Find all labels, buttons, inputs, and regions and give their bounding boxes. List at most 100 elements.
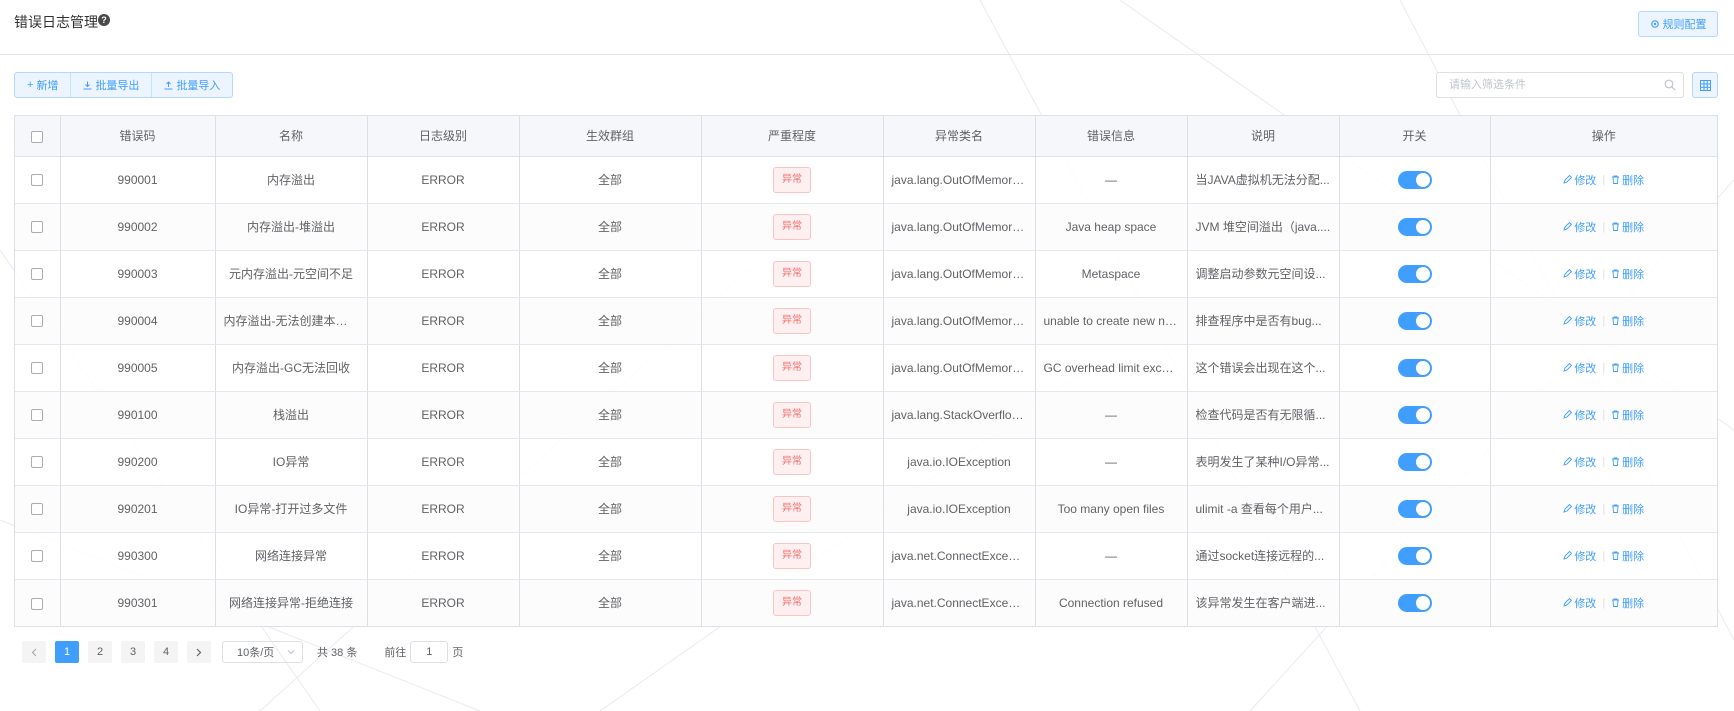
enable-switch[interactable] [1397,217,1432,236]
edit-button[interactable]: 修改 [1563,595,1596,611]
log-level-cell: ERROR [367,297,520,345]
action-divider: | [1602,267,1606,280]
row-checkbox[interactable] [31,550,44,563]
column-header[interactable]: 操作 [1490,116,1717,157]
error-message-cell: unable to create new native thread [1035,297,1188,345]
error-message-cell: — [1035,391,1188,439]
help-icon[interactable]: ? [98,14,110,26]
row-checkbox[interactable] [31,315,44,328]
row-checkbox[interactable] [31,362,44,375]
next-page-button[interactable] [187,641,211,663]
delete-button[interactable]: 删除 [1611,454,1644,470]
edit-button[interactable]: 修改 [1563,360,1596,376]
row-checkbox[interactable] [31,597,44,610]
batch-export-button[interactable]: 批量导出 [71,73,153,97]
column-header[interactable]: 名称 [215,116,368,157]
edit-button[interactable]: 修改 [1563,266,1596,282]
select-all-checkbox[interactable] [31,130,44,143]
goto-prefix: 前往 [384,647,407,659]
page-button[interactable]: 3 [121,641,145,663]
select-cell [15,532,61,580]
edit-button[interactable]: 修改 [1563,172,1596,188]
column-header[interactable]: 错误信息 [1035,116,1188,157]
column-header[interactable]: 开关 [1339,116,1491,157]
rule-config-button[interactable]: 规则配置 [1638,11,1718,37]
add-label: 新增 [36,80,59,92]
delete-button[interactable]: 删除 [1611,548,1644,564]
delete-button[interactable]: 删除 [1611,219,1644,235]
column-header[interactable]: 错误码 [60,116,216,157]
row-checkbox[interactable] [31,221,44,234]
actions-cell: 修改 | 删除 [1490,391,1717,439]
column-header[interactable]: 日志级别 [367,116,520,157]
exception-class-cell: java.lang.OutOfMemoryError [883,203,1036,251]
log-level-cell: ERROR [367,579,520,626]
trash-icon [1612,410,1620,419]
prev-page-button[interactable] [22,641,46,663]
delete-label: 删除 [1622,550,1645,563]
page-button[interactable]: 2 [88,641,112,663]
select-cell [15,579,61,626]
delete-button[interactable]: 删除 [1611,360,1644,376]
enable-switch[interactable] [1397,358,1432,377]
row-checkbox[interactable] [31,174,44,187]
delete-button[interactable]: 删除 [1611,501,1644,517]
delete-button[interactable]: 删除 [1611,266,1644,282]
page-size-select[interactable]: 10条/页 [222,641,303,663]
log-level-cell: ERROR [367,438,520,486]
enable-switch[interactable] [1397,546,1432,565]
exception-class-cell: java.lang.OutOfMemoryError [883,156,1036,204]
error-code-cell: 990003 [60,250,216,298]
error-log-table: 错误码 名称 日志级别 生效群组 严重程度 异常类名 错误信息 说明 开关 操作… [14,115,1718,627]
exception-class-cell: java.net.ConnectException [883,532,1036,580]
enable-switch[interactable] [1397,452,1432,471]
group-cell: 全部 [519,344,702,392]
filter-search-input[interactable] [1449,73,1664,97]
edit-button[interactable]: 修改 [1563,501,1596,517]
delete-button[interactable]: 删除 [1611,172,1644,188]
error-code-cell: 990002 [60,203,216,251]
row-checkbox[interactable] [31,268,44,281]
column-settings-button[interactable] [1692,72,1718,98]
table-row: 990001 内存溢出 ERROR 全部 异常 java.lang.OutOfMemory… [15,156,1717,204]
exception-class-cell: java.io.IOException [883,485,1036,533]
delete-button[interactable]: 删除 [1611,313,1644,329]
delete-label: 删除 [1622,597,1645,610]
search-icon[interactable] [1664,79,1676,91]
enable-switch[interactable] [1397,311,1432,330]
edit-button[interactable]: 修改 [1563,407,1596,423]
goto-page-input[interactable] [410,641,449,663]
actions-cell: 修改 | 删除 [1490,579,1717,626]
row-checkbox[interactable] [31,456,44,469]
column-header[interactable]: 异常类名 [883,116,1036,157]
error-message-cell: — [1035,532,1188,580]
switch-cell [1339,156,1491,204]
enable-switch[interactable] [1397,405,1432,424]
edit-button[interactable]: 修改 [1563,548,1596,564]
delete-button[interactable]: 删除 [1611,595,1644,611]
add-button[interactable]: + 新增 [15,73,72,97]
enable-switch[interactable] [1397,499,1432,518]
delete-button[interactable]: 删除 [1611,407,1644,423]
row-checkbox[interactable] [31,409,44,422]
row-checkbox[interactable] [31,503,44,516]
page-button[interactable]: 1 [55,641,79,663]
page-button[interactable]: 4 [154,641,178,663]
column-header[interactable]: 生效群组 [519,116,702,157]
edit-label: 修改 [1574,550,1597,563]
edit-icon [1563,363,1573,372]
error-code-cell: 990201 [60,485,216,533]
switch-knob [1415,454,1430,469]
enable-switch[interactable] [1397,264,1432,283]
table-row: 990301 网络连接异常-拒绝连接 ERROR 全部 异常 java.net.Conne… [15,579,1717,626]
edit-label: 修改 [1574,221,1597,234]
edit-button[interactable]: 修改 [1563,454,1596,470]
batch-import-button[interactable]: 批量导入 [152,73,232,97]
column-header[interactable]: 严重程度 [701,116,884,157]
enable-switch[interactable] [1397,170,1432,189]
edit-button[interactable]: 修改 [1563,313,1596,329]
edit-button[interactable]: 修改 [1563,219,1596,235]
enable-switch[interactable] [1397,593,1432,612]
log-level-cell: ERROR [367,344,520,392]
column-header[interactable]: 说明 [1187,116,1340,157]
